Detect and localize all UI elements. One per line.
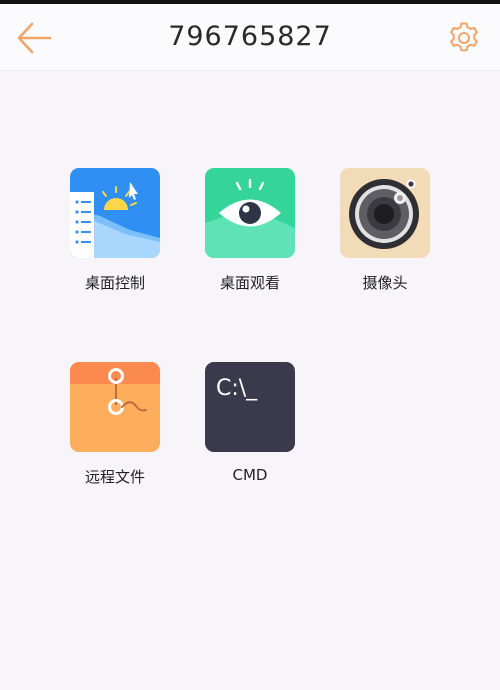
terminal-icon: C:\_ <box>205 362 295 452</box>
back-button[interactable] <box>14 20 54 56</box>
app-label: 远程文件 <box>84 468 145 486</box>
arrow-left-icon <box>17 22 52 54</box>
screen: 796765827 桌面控制 桌面观看 摄像头 远程文件 C:\_ CMD <box>0 0 500 690</box>
app-label: CMD <box>232 466 268 484</box>
top-app-bar: 796765827 <box>0 4 500 71</box>
app-cmd[interactable]: C:\_ CMD <box>190 362 310 502</box>
eye-icon <box>205 168 295 258</box>
gear-icon <box>450 22 478 52</box>
app-desktop-control[interactable]: 桌面控制 <box>55 168 175 308</box>
folder-icon <box>70 362 160 452</box>
page-title: 796765827 <box>168 21 332 52</box>
app-label: 桌面控制 <box>84 274 145 292</box>
app-remote-files[interactable]: 远程文件 <box>55 362 175 502</box>
camera-icon <box>340 168 430 258</box>
app-label: 桌面观看 <box>219 274 280 292</box>
desktop-control-icon <box>70 168 160 258</box>
app-grid: 桌面控制 桌面观看 摄像头 远程文件 C:\_ CMD <box>0 71 500 690</box>
app-label: 摄像头 <box>362 274 408 292</box>
app-camera[interactable]: 摄像头 <box>325 168 445 308</box>
settings-button[interactable] <box>446 20 482 56</box>
app-desktop-view[interactable]: 桌面观看 <box>190 168 310 308</box>
terminal-prompt: C:\_ <box>216 376 258 401</box>
